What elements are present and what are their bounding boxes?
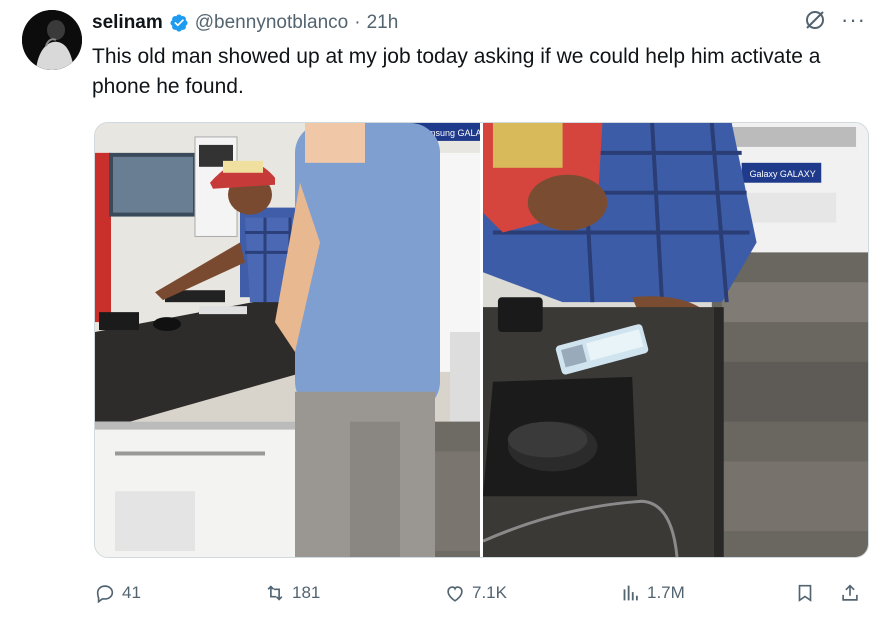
tweet-action-bar: 41 181 7.1K 1.7M xyxy=(94,578,869,608)
grok-icon[interactable] xyxy=(803,8,827,32)
views-icon xyxy=(623,585,638,601)
avatar[interactable] xyxy=(22,10,82,70)
tweet-media[interactable]: Samsung GALA Galaxy GALAXY xyxy=(94,122,869,558)
reply-icon xyxy=(96,585,114,604)
views-button[interactable]: 1.7M xyxy=(619,578,685,608)
reply-count: 41 xyxy=(122,583,141,602)
photo-store-counter[interactable]: Samsung GALA xyxy=(95,123,480,557)
more-icon[interactable]: ··· xyxy=(841,9,866,31)
samsung-sign-right: Galaxy GALAXY xyxy=(750,169,816,179)
share-icon xyxy=(842,584,858,601)
separator-dot: · xyxy=(354,12,361,33)
retweet-button[interactable]: 181 xyxy=(264,578,320,608)
avatar-image xyxy=(22,10,82,70)
bookmark-button[interactable] xyxy=(794,578,816,608)
like-count: 7.1K xyxy=(472,583,507,602)
tweet-text: This old man showed up at my job today a… xyxy=(92,45,821,98)
author-handle[interactable]: @bennynotblanco xyxy=(195,12,348,34)
author-name[interactable]: selinam xyxy=(92,12,163,34)
bookmark-icon xyxy=(798,584,812,602)
tweet-time[interactable]: 21h xyxy=(367,12,399,34)
tweet-header: selinam @bennynotblanco · 21h xyxy=(92,11,398,35)
like-button[interactable]: 7.1K xyxy=(444,578,507,608)
share-button[interactable] xyxy=(839,578,861,608)
retweet-icon xyxy=(267,585,283,601)
views-count: 1.7M xyxy=(647,583,685,602)
retweet-count: 181 xyxy=(292,583,321,602)
verified-badge-icon xyxy=(169,13,189,33)
like-icon xyxy=(447,586,463,602)
photo-closeup-counter[interactable]: Galaxy GALAXY xyxy=(483,123,868,557)
tweet-top-actions: ··· xyxy=(803,8,866,32)
reply-button[interactable]: 41 xyxy=(94,578,141,608)
